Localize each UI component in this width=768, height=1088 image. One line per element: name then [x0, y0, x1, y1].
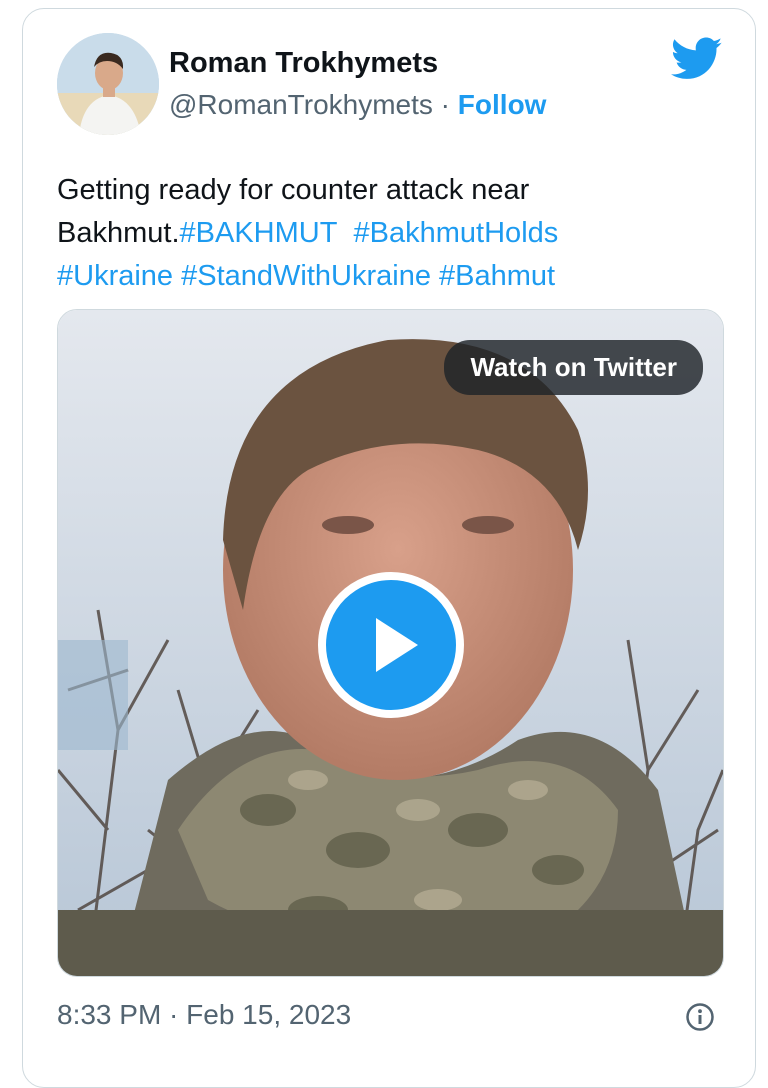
play-button[interactable]: [318, 572, 464, 718]
tweet-text: Getting ready for counter attack near Ba…: [57, 169, 707, 298]
hashtag-standwithukraine[interactable]: #StandWithUkraine: [181, 260, 431, 292]
twitter-bird-icon[interactable]: [670, 37, 723, 81]
author-name[interactable]: Roman Trokhymets: [169, 47, 438, 80]
follow-button[interactable]: Follow: [458, 89, 547, 120]
hashtag-bakhmutholds[interactable]: #BakhmutHolds: [354, 217, 559, 249]
info-icon[interactable]: [685, 1002, 715, 1032]
handle-row: @RomanTrokhymets · Follow: [169, 89, 546, 121]
separator: ·: [432, 89, 458, 120]
avatar-image: [57, 33, 159, 135]
video-thumbnail[interactable]: Watch on Twitter: [57, 309, 724, 977]
play-icon: [376, 618, 418, 672]
author-handle[interactable]: @RomanTrokhymets: [169, 89, 433, 120]
hashtag-ukraine[interactable]: #Ukraine: [57, 260, 173, 292]
avatar[interactable]: [57, 33, 159, 135]
tweet-timestamp[interactable]: 8:33 PM · Feb 15, 2023: [57, 999, 351, 1031]
tweet-card[interactable]: Roman Trokhymets @RomanTrokhymets · Foll…: [22, 8, 756, 1088]
watch-on-twitter-button[interactable]: Watch on Twitter: [444, 340, 703, 395]
tweet-text-line-1: Getting ready for counter attack near: [57, 174, 530, 206]
hashtag-bakhmut[interactable]: #BAKHMUT: [180, 217, 338, 249]
hashtag-bahmut[interactable]: #Bahmut: [439, 260, 555, 292]
tweet-text-bakhmut: Bakhmut.: [57, 217, 180, 249]
